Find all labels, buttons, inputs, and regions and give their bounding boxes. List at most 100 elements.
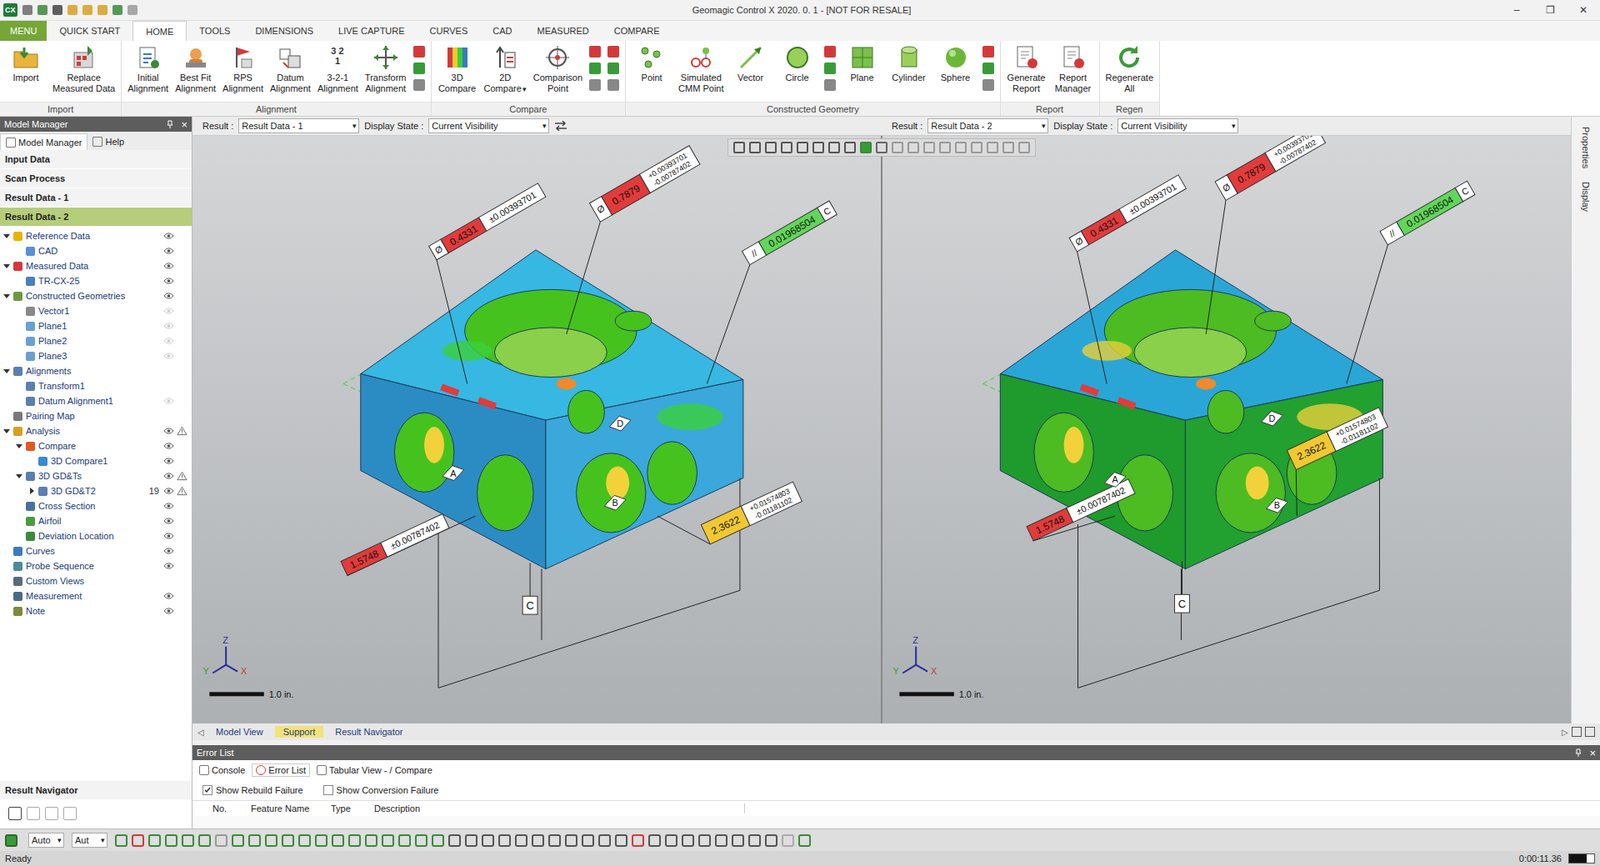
ribbon-tab[interactable]: TOOLS bbox=[186, 20, 243, 41]
column-header[interactable]: No. bbox=[209, 803, 248, 814]
ribbon-tab[interactable]: CAD bbox=[480, 20, 525, 41]
view-tab[interactable]: Result Navigator bbox=[326, 725, 411, 738]
result-dropdown[interactable]: Result Data - 1▾ bbox=[238, 118, 360, 134]
eye-icon[interactable] bbox=[163, 561, 175, 570]
eye-icon[interactable] bbox=[163, 441, 175, 450]
tree-item[interactable]: TR-CX-25 bbox=[0, 273, 192, 289]
pin-icon[interactable] bbox=[1574, 748, 1583, 757]
tool-icon[interactable] bbox=[681, 834, 695, 847]
eye-icon[interactable] bbox=[163, 471, 175, 480]
display-state-dropdown[interactable]: Current Visibility▾ bbox=[428, 118, 550, 134]
section-header[interactable]: Result Data - 1 bbox=[0, 188, 192, 208]
tool-icon[interactable] bbox=[615, 834, 628, 847]
tree-item[interactable]: Reference Data bbox=[0, 228, 192, 244]
eye-icon[interactable] bbox=[163, 606, 175, 615]
expand-toggle[interactable] bbox=[26, 485, 37, 496]
tool-icon[interactable] bbox=[448, 834, 461, 847]
3d-viewport[interactable]: Ø0.4331±0.00393701Ø0.7879+0.00393701-0.0… bbox=[882, 135, 1571, 724]
tool-icon[interactable] bbox=[231, 834, 245, 847]
tree-item[interactable]: Plane1 bbox=[0, 318, 192, 334]
eye-icon[interactable] bbox=[163, 246, 175, 255]
ribbon-button[interactable]: Point bbox=[629, 44, 675, 84]
ribbon-button[interactable]: ComparisonPoint bbox=[530, 44, 585, 95]
tool-icon[interactable] bbox=[415, 834, 428, 847]
datum-flag[interactable]: C bbox=[1175, 561, 1190, 613]
tool-icon[interactable] bbox=[365, 834, 378, 847]
ribbon-button[interactable]: Vector bbox=[728, 44, 774, 84]
tree-item[interactable]: Custom Views bbox=[0, 573, 192, 589]
tree-item[interactable]: Datum Alignment1 bbox=[0, 393, 192, 409]
eye-icon[interactable] bbox=[163, 396, 175, 405]
section-header[interactable]: Scan Process bbox=[0, 169, 192, 189]
tool-icon[interactable] bbox=[115, 834, 128, 847]
tool-icon[interactable] bbox=[265, 834, 278, 847]
tree-item[interactable]: Cross Section bbox=[0, 498, 192, 514]
tree-item[interactable]: Compare bbox=[0, 438, 192, 454]
column-header[interactable]: Type bbox=[327, 803, 371, 814]
eye-icon[interactable] bbox=[163, 501, 175, 510]
small-tool-button[interactable] bbox=[824, 62, 836, 75]
eye-icon[interactable] bbox=[163, 321, 175, 330]
tree-item[interactable]: Curves bbox=[0, 543, 192, 559]
navigator-tool-icon[interactable] bbox=[63, 806, 77, 820]
tab-menu-icon[interactable] bbox=[1585, 726, 1595, 737]
dimension-label[interactable]: //0.01968504C bbox=[1380, 180, 1475, 245]
dimension-label[interactable]: Ø0.4331±0.00393701 bbox=[429, 183, 546, 260]
ribbon-button[interactable]: SimulatedCMM Point bbox=[675, 44, 726, 95]
view-tab[interactable]: Model View bbox=[207, 725, 272, 738]
view-tool-icon[interactable] bbox=[1018, 141, 1030, 154]
view-tool-icon[interactable] bbox=[812, 141, 825, 154]
dimension-label[interactable]: 1.5748±0.00787402 bbox=[1026, 479, 1135, 541]
tree-item[interactable]: Probe Sequence bbox=[0, 558, 192, 574]
ribbon-button[interactable]: Plane bbox=[840, 44, 885, 84]
tool-icon[interactable] bbox=[348, 834, 361, 847]
expand-toggle[interactable] bbox=[1, 260, 12, 271]
ribbon-button[interactable]: ReplaceMeasured Data bbox=[50, 44, 118, 95]
dimension-label[interactable]: //0.01968504C bbox=[741, 200, 837, 265]
tool-icon[interactable] bbox=[298, 834, 311, 847]
close-button[interactable]: × bbox=[1589, 746, 1596, 760]
expand-toggle[interactable] bbox=[14, 440, 25, 451]
ribbon-tab[interactable]: HOME bbox=[132, 20, 187, 41]
eye-icon[interactable] bbox=[163, 351, 175, 360]
ribbon-tab[interactable]: LIVE CAPTURE bbox=[325, 20, 417, 41]
dimension-label[interactable]: 2.3622+0.01574803-0.01181102 bbox=[1286, 407, 1388, 470]
tool-icon[interactable] bbox=[148, 834, 161, 847]
selection-mode-icon[interactable] bbox=[5, 834, 18, 847]
tree-item[interactable]: CAD bbox=[0, 243, 192, 259]
tool-icon[interactable] bbox=[798, 834, 811, 847]
eye-icon[interactable] bbox=[163, 291, 175, 300]
view-tab[interactable]: Support bbox=[275, 725, 325, 738]
side-tab[interactable]: Properties bbox=[1580, 123, 1591, 172]
tool-icon[interactable] bbox=[648, 834, 661, 847]
ribbon-tab[interactable]: CURVES bbox=[417, 20, 481, 41]
section-header[interactable]: Result Navigator bbox=[0, 780, 192, 800]
expand-toggle[interactable] bbox=[1, 290, 12, 301]
option-checkbox[interactable]: Show Rebuild Failure bbox=[202, 785, 304, 795]
tree-item[interactable]: Transform1 bbox=[0, 378, 192, 394]
ribbon-tab[interactable]: MEASURED bbox=[524, 20, 601, 41]
small-tool-button[interactable] bbox=[607, 79, 620, 91]
tool-icon[interactable] bbox=[281, 834, 295, 847]
small-tool-button[interactable] bbox=[589, 45, 601, 58]
tool-icon[interactable] bbox=[498, 834, 511, 847]
tool-icon[interactable] bbox=[531, 834, 545, 847]
tree-item[interactable]: 3D GD&T2 19 bbox=[0, 483, 192, 499]
view-tool-icon[interactable] bbox=[844, 141, 856, 154]
tree-item[interactable]: Deviation Location bbox=[0, 528, 192, 544]
panel-tab[interactable]: Error List bbox=[251, 763, 310, 777]
tool-icon[interactable] bbox=[565, 834, 578, 847]
column-header[interactable]: Feature Name bbox=[247, 803, 328, 814]
small-tool-button[interactable] bbox=[824, 79, 836, 91]
ribbon-button[interactable]: InitialAlignment bbox=[125, 44, 171, 95]
quick-access-icon[interactable] bbox=[82, 5, 93, 15]
small-tool-button[interactable] bbox=[982, 79, 995, 91]
eye-icon[interactable] bbox=[163, 336, 175, 345]
ribbon-button[interactable]: Sphere bbox=[933, 44, 979, 84]
ribbon-button[interactable]: Best FitAlignment bbox=[172, 44, 219, 95]
tool-icon[interactable] bbox=[731, 834, 745, 847]
tool-icon[interactable] bbox=[748, 834, 761, 847]
view-tool-icon[interactable] bbox=[970, 141, 983, 154]
view-tool-icon[interactable] bbox=[765, 141, 777, 154]
ribbon-tab[interactable]: DIMENSIONS bbox=[242, 20, 326, 41]
